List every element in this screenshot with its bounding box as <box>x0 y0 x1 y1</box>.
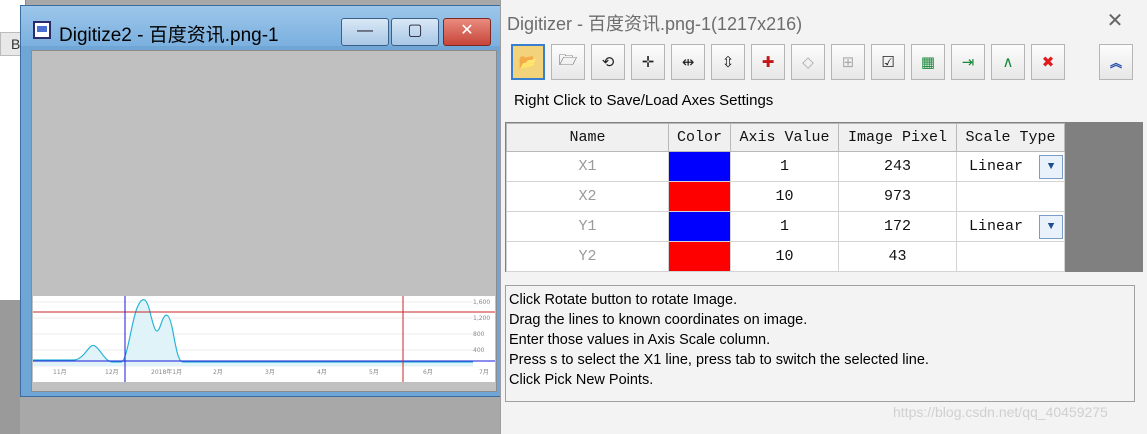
table-row[interactable]: Y1 1 172 Linear ▼ <box>506 211 1065 242</box>
image-pixel-cell[interactable]: 43 <box>838 241 957 272</box>
x-tick-label: 5月 <box>369 369 379 376</box>
x-tick-label: 11月 <box>53 369 67 376</box>
header-color[interactable]: Color <box>668 123 731 152</box>
background-area <box>0 300 20 434</box>
x-tick-label: 6月 <box>423 369 433 376</box>
scale-type-cell[interactable]: Linear ▼ <box>956 151 1065 182</box>
checklist-icon[interactable]: ☑ <box>871 44 905 80</box>
axes-table: Name Color Axis Value Image Pixel Scale … <box>505 122 1143 272</box>
plot-image: 1,600 1,200 800 400 11月 12月 2018年1月 2月 3… <box>33 296 495 382</box>
x-axis-lines-icon[interactable]: ⇹ <box>671 44 705 80</box>
instructions-panel: Click Rotate button to rotate Image. Dra… <box>505 285 1135 402</box>
header-name[interactable]: Name <box>506 123 669 152</box>
window-titlebar[interactable]: Digitize2 - 百度资讯.png-1 — ▢ ✕ <box>21 6 501 46</box>
panel-title: Digitizer - 百度资讯.png-1(1217x216) <box>507 14 803 34</box>
axis-value-cell[interactable]: 1 <box>730 151 839 182</box>
table-row[interactable]: X2 10 973 <box>506 181 1065 212</box>
insert-data-icon[interactable]: ⇥ <box>951 44 985 80</box>
window-app-icon <box>33 21 51 39</box>
instruction-line: Press s to select the X1 line, press tab… <box>509 352 929 368</box>
digitizer-toolbar: 📂 🗁 ⟲ ✛ ⇹ ⇳ ✚ ◇ ⊞ ☑ ▦ ⇥ ∧ ✖ <box>511 44 1081 82</box>
axis-color-swatch[interactable] <box>668 211 731 242</box>
x-tick-label: 4月 <box>317 369 327 376</box>
image-canvas[interactable]: 1,600 1,200 800 400 11月 12月 2018年1月 2月 3… <box>31 50 497 392</box>
rotate-icon[interactable]: ⟲ <box>591 44 625 80</box>
delete-icon[interactable]: ✖ <box>1031 44 1065 80</box>
x-tick-label: 7月 <box>479 369 489 376</box>
minimize-button[interactable]: — <box>341 18 389 46</box>
x-tick-label: 12月 <box>105 369 119 376</box>
scale-type-cell[interactable]: Linear ▼ <box>956 211 1065 242</box>
open-image-icon[interactable]: 🗁 <box>551 44 585 80</box>
axes-settings-hint: Right Click to Save/Load Axes Settings <box>514 92 774 109</box>
maximize-button[interactable]: ▢ <box>391 18 439 46</box>
close-button[interactable]: ✕ <box>443 18 491 46</box>
axis-name: X1 <box>506 151 669 182</box>
chevron-down-icon[interactable]: ▼ <box>1039 215 1063 239</box>
data-settings-icon[interactable]: ⊞ <box>831 44 865 80</box>
window-title: Digitize2 - 百度资讯.png-1 <box>59 25 279 46</box>
image-pixel-cell[interactable]: 243 <box>838 151 957 182</box>
axis-color-swatch[interactable] <box>668 151 731 182</box>
digitize-window: Digitize2 - 百度资讯.png-1 — ▢ ✕ 1,600 1,200… <box>20 5 502 397</box>
plot-data-icon[interactable]: ∧ <box>991 44 1025 80</box>
axis-value-cell[interactable]: 10 <box>730 241 839 272</box>
axis-name: X2 <box>506 181 669 212</box>
image-pixel-cell[interactable]: 973 <box>838 181 957 212</box>
y-axis-lines-icon[interactable]: ⇳ <box>711 44 745 80</box>
x-tick-label: 2月 <box>213 369 223 376</box>
y-tick-label: 400 <box>473 347 485 354</box>
scale-type-cell[interactable] <box>956 181 1065 212</box>
instruction-line: Enter those values in Axis Scale column. <box>509 332 771 348</box>
y-tick-label: 1,200 <box>473 315 490 322</box>
x-tick-label: 2018年1月 <box>151 368 182 376</box>
header-image-pixel[interactable]: Image Pixel <box>838 123 957 152</box>
scale-type-cell[interactable] <box>956 241 1065 272</box>
header-axis-value[interactable]: Axis Value <box>730 123 839 152</box>
digitized-image[interactable]: 1,600 1,200 800 400 11月 12月 2018年1月 2月 3… <box>33 296 495 382</box>
scale-type-value: Linear <box>969 158 1024 175</box>
eraser-icon[interactable]: ◇ <box>791 44 825 80</box>
axis-color-swatch[interactable] <box>668 181 731 212</box>
instruction-line: Click Rotate button to rotate Image. <box>509 292 738 308</box>
table-row[interactable]: X1 1 243 Linear ▼ <box>506 151 1065 182</box>
pick-points-icon[interactable]: ✚ <box>751 44 785 80</box>
scale-type-value: Linear <box>969 218 1024 235</box>
open-folder-icon[interactable]: 📂 <box>511 44 545 80</box>
y-tick-label: 800 <box>473 331 485 338</box>
expand-icon[interactable]: ︽ <box>1099 44 1133 80</box>
axes-crosshair-icon[interactable]: ✛ <box>631 44 665 80</box>
header-scale-type[interactable]: Scale Type <box>956 123 1065 152</box>
axis-value-cell[interactable]: 10 <box>730 181 839 212</box>
y-tick-label: 1,600 <box>473 299 490 306</box>
x-tick-label: 3月 <box>265 369 275 376</box>
instruction-line: Click Pick New Points. <box>509 372 654 388</box>
image-pixel-cell[interactable]: 172 <box>838 211 957 242</box>
close-icon[interactable]: ✕ <box>1103 10 1127 34</box>
go-to-data-icon[interactable]: ▦ <box>911 44 945 80</box>
instruction-line: Drag the lines to known coordinates on i… <box>509 312 808 328</box>
axis-name: Y2 <box>506 241 669 272</box>
table-row[interactable]: Y2 10 43 <box>506 241 1065 272</box>
axis-name: Y1 <box>506 211 669 242</box>
axis-color-swatch[interactable] <box>668 241 731 272</box>
axis-value-cell[interactable]: 1 <box>730 211 839 242</box>
digitizer-panel: Digitizer - 百度资讯.png-1(1217x216) ✕ 📂 🗁 ⟲ ✛ ⇹… <box>500 0 1147 434</box>
chevron-down-icon[interactable]: ▼ <box>1039 155 1063 179</box>
watermark-text: https://blog.csdn.net/qq_40459275 <box>893 404 1108 420</box>
